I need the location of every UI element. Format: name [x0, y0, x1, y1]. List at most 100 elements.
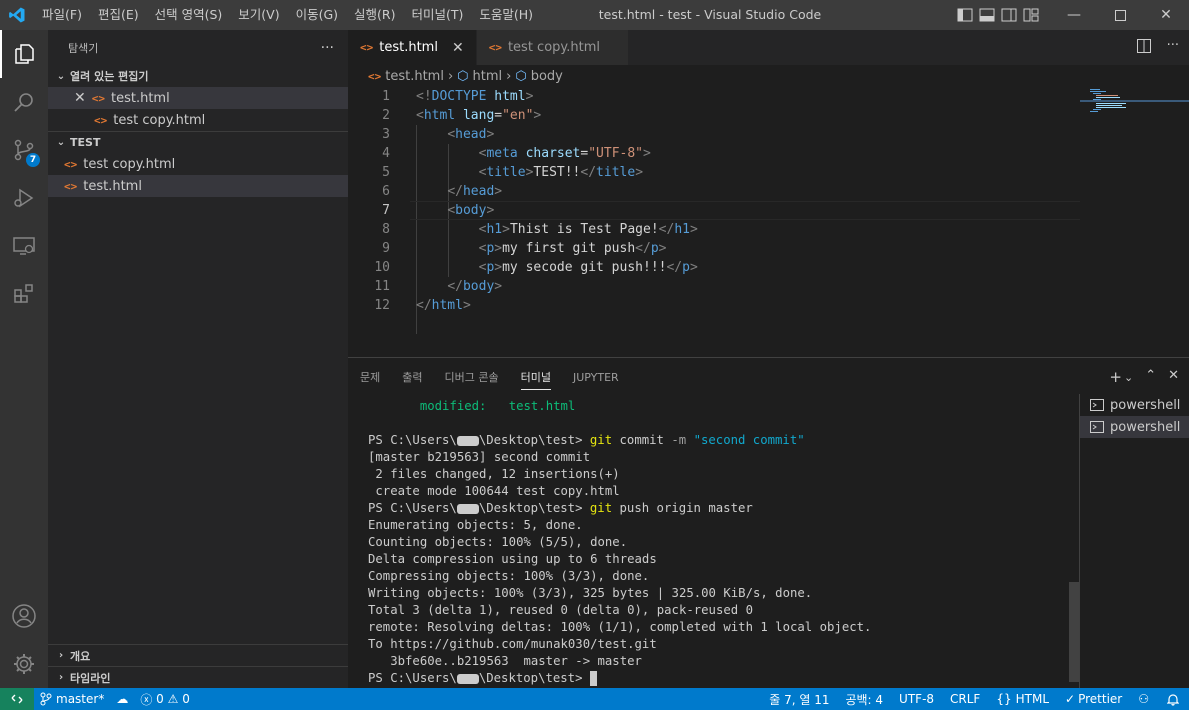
sync-status[interactable]: ☁: [110, 688, 134, 710]
tab-terminal[interactable]: 터미널: [520, 364, 551, 390]
breadcrumb-item[interactable]: html: [473, 69, 503, 84]
menu-edit[interactable]: 편집(E): [90, 0, 147, 30]
html-file-icon: <>: [360, 41, 374, 54]
toggle-sidebar-icon[interactable]: [957, 8, 973, 22]
code-line: 4 <meta charset="UTF-8">: [348, 144, 1080, 163]
code-line: 6 </head>: [348, 182, 1080, 201]
chevron-down-icon: ⌄: [56, 70, 66, 82]
tab-problems[interactable]: 문제: [360, 364, 380, 390]
prettier-status[interactable]: ✓ Prettier: [1057, 688, 1130, 710]
menu-view[interactable]: 보기(V): [230, 0, 287, 30]
toggle-panel-icon[interactable]: [979, 8, 995, 22]
menu-file[interactable]: 파일(F): [34, 0, 90, 30]
account-icon[interactable]: [0, 592, 48, 640]
minimize-icon[interactable]: —: [1051, 0, 1097, 30]
split-editor-icon[interactable]: [1137, 39, 1153, 55]
terminal-line: Total 3 (delta 1), reused 0 (delta 0), p…: [368, 603, 753, 617]
remote-explorer-icon[interactable]: [0, 222, 48, 270]
outline-label: 개요: [70, 649, 91, 663]
customize-layout-icon[interactable]: [1023, 8, 1039, 22]
indent-status[interactable]: 공백: 4: [837, 688, 891, 710]
menu-selection[interactable]: 선택 영역(S): [147, 0, 231, 30]
timeline-section[interactable]: › 타임라인: [48, 666, 348, 688]
settings-gear-icon[interactable]: [0, 640, 48, 688]
extensions-icon[interactable]: [0, 270, 48, 318]
breadcrumb-item[interactable]: test.html: [385, 69, 444, 84]
maximize-icon[interactable]: [1097, 0, 1143, 30]
close-tab-icon[interactable]: ✕: [452, 40, 464, 56]
maximize-panel-icon[interactable]: ⌃: [1145, 368, 1156, 388]
tab-test-copy-html[interactable]: <> test copy.html: [476, 30, 629, 65]
menu-bar: 파일(F) 편집(E) 선택 영역(S) 보기(V) 이동(G) 실행(R) 터…: [34, 0, 541, 30]
minimap[interactable]: [1080, 87, 1189, 357]
terminal-line: 3bfe60e..b219563 master -> master: [368, 654, 642, 668]
file-item[interactable]: <> test copy.html: [48, 153, 348, 175]
close-icon[interactable]: ✕: [1143, 0, 1189, 30]
open-editor-item[interactable]: <> test copy.html: [48, 109, 348, 131]
code-line: 9 <p>my first git push</p>: [348, 239, 1080, 258]
terminal-icon: [1090, 421, 1104, 433]
open-editors-label: 열려 있는 편집기: [70, 70, 149, 83]
window-controls: — ✕: [1051, 0, 1189, 30]
line-number: 2: [382, 108, 390, 123]
search-icon[interactable]: [0, 78, 48, 126]
encoding-status[interactable]: UTF-8: [891, 688, 942, 710]
menu-help[interactable]: 도움말(H): [471, 0, 541, 30]
line-number: 4: [382, 146, 390, 161]
terminal-line: PS C:\Users\ \Desktop\test> git push orig…: [368, 501, 753, 515]
terminal-item[interactable]: powershell: [1080, 394, 1189, 416]
folder-section[interactable]: ⌄ TEST: [48, 131, 348, 153]
file-label: test.html: [83, 178, 142, 194]
open-editor-item[interactable]: ✕ <> test.html: [48, 87, 348, 109]
tab-debug-console[interactable]: 디버그 콘솔: [445, 364, 499, 390]
outline-section[interactable]: › 개요: [48, 644, 348, 666]
menu-terminal[interactable]: 터미널(T): [404, 0, 472, 30]
terminal-line: PS C:\Users\ \Desktop\test> git commit -m…: [368, 433, 805, 447]
terminal-line: create mode 100644 test copy.html: [368, 484, 620, 498]
tab-output[interactable]: 출력: [402, 364, 422, 390]
close-editor-icon[interactable]: ✕: [74, 90, 86, 106]
menu-go[interactable]: 이동(G): [288, 0, 346, 30]
notifications-bell-icon[interactable]: [1157, 688, 1189, 710]
tab-test-html[interactable]: <> test.html ✕: [348, 30, 477, 65]
file-item[interactable]: <> test.html: [48, 175, 348, 197]
toggle-secondary-sidebar-icon[interactable]: [1001, 8, 1017, 22]
language-mode[interactable]: {} HTML: [988, 688, 1057, 710]
terminal-output[interactable]: modified: test.html PS C:\Users\ \Desktop…: [368, 398, 1068, 687]
status-right: 줄 7, 열 11 공백: 4 UTF-8 CRLF {} HTML ✓ Prett…: [761, 688, 1189, 710]
terminal-line: Counting objects: 100% (5/5), done.: [368, 535, 628, 549]
code-line: 3 <head>: [348, 125, 1080, 144]
remote-indicator-icon[interactable]: [0, 688, 34, 710]
cursor-position[interactable]: 줄 7, 열 11: [761, 688, 837, 710]
problems-status[interactable]: ⓧ 0 ⚠ 0: [134, 688, 196, 710]
folder-label: TEST: [70, 136, 101, 149]
terminal-line: [master b219563] second commit: [368, 450, 591, 464]
explorer-icon[interactable]: [0, 30, 48, 78]
tab-jupyter[interactable]: JUPYTER: [573, 364, 619, 390]
sync-cloud-icon: ☁: [116, 692, 129, 706]
terminal-item[interactable]: powershell: [1080, 416, 1189, 438]
more-actions-icon[interactable]: ···: [1167, 38, 1179, 53]
html-file-icon: <>: [368, 69, 382, 83]
terminal-scrollbar[interactable]: [1069, 582, 1079, 682]
close-panel-icon[interactable]: ✕: [1168, 368, 1179, 388]
source-control-icon[interactable]: 7: [0, 126, 48, 174]
explorer-more-icon[interactable]: ···: [321, 40, 334, 56]
breadcrumb-item[interactable]: body: [531, 69, 563, 84]
terminal-line: Delta compression using up to 6 threads: [368, 552, 657, 566]
menu-run[interactable]: 실행(R): [346, 0, 403, 30]
feedback-icon[interactable]: ⚇: [1130, 688, 1157, 710]
new-terminal-icon[interactable]: +: [1109, 368, 1122, 388]
line-number: 11: [374, 279, 390, 294]
code-line: 10 <p>my secode git push!!!</p>: [348, 258, 1080, 277]
open-editors-section[interactable]: ⌄ 열려 있는 편집기: [48, 65, 348, 87]
chevron-down-icon[interactable]: ⌄: [1124, 368, 1133, 388]
code-line-current: 7 <body>: [348, 201, 1080, 220]
code-editor[interactable]: 1 <!DOCTYPE html> 2 <html lang="en"> 3 <he…: [348, 87, 1080, 357]
chevron-down-icon: ⌄: [56, 137, 66, 148]
terminal-icon: [1090, 399, 1104, 411]
eol-status[interactable]: CRLF: [942, 688, 988, 710]
terminal-line: PS C:\Users\ \Desktop\test>: [368, 670, 1068, 687]
branch-status[interactable]: master*: [34, 688, 110, 710]
run-debug-icon[interactable]: [0, 174, 48, 222]
